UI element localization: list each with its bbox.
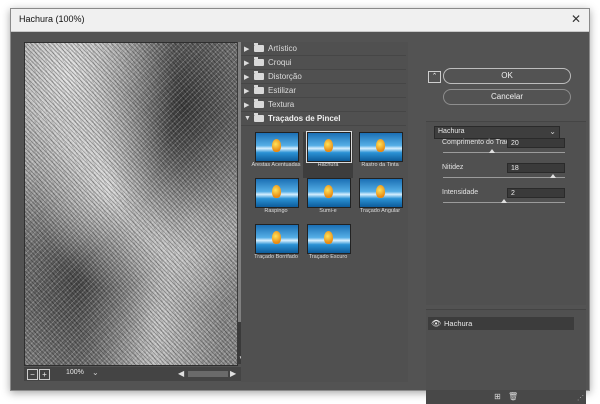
category-label: Estilizar: [268, 86, 297, 95]
triangle-right-icon[interactable]: ▶: [244, 87, 249, 95]
slider-knob[interactable]: [549, 174, 556, 178]
folder-icon: [254, 71, 264, 80]
category-label: Textura: [268, 100, 295, 109]
category-label: Distorção: [268, 72, 302, 81]
folder-icon: [254, 113, 264, 122]
filter-thumbnail: [359, 178, 403, 208]
new-effect-layer-icon[interactable]: ⊞: [493, 392, 502, 401]
filter-label: Sumi-e: [319, 208, 337, 214]
intensidade-input[interactable]: 2: [507, 188, 565, 198]
scroll-right-icon[interactable]: ▶: [230, 369, 236, 378]
filter-label: Traçado Escuro: [308, 254, 348, 260]
preview-horizontal-scrollbar[interactable]: ◀ ▶: [178, 369, 238, 379]
preview-toolbar: − + 100% ⌄ ◀ ▶: [24, 367, 248, 381]
filter-arestas-acentuadas[interactable]: Arestas Acentuadas: [251, 132, 301, 178]
intensidade-slider[interactable]: [443, 199, 565, 203]
folder-icon: [254, 57, 264, 66]
filter-thumbnail: [255, 132, 299, 162]
filter-thumbnail: [359, 132, 403, 162]
filter-label: Rastro da Tinta: [361, 162, 399, 168]
triangle-right-icon[interactable]: ▶: [244, 45, 249, 53]
filter-thumbnail: [307, 178, 351, 208]
comprimento-input[interactable]: 20: [507, 138, 565, 148]
filter-thumbnail: [255, 178, 299, 208]
filter-label: Hachura: [317, 162, 339, 168]
category-croqui[interactable]: ▶ Croqui: [241, 56, 406, 70]
category-tracados-de-pincel[interactable]: ▼ Traçados de Pincel: [241, 112, 406, 126]
zoom-out-button[interactable]: −: [27, 369, 38, 380]
close-icon[interactable]: ✕: [569, 12, 583, 26]
triangle-right-icon[interactable]: ▶: [244, 101, 249, 109]
filter-rastro-da-tinta[interactable]: Rastro da Tinta: [355, 132, 405, 178]
slider-knob[interactable]: [488, 149, 495, 153]
filter-tracado-borrifado[interactable]: Traçado Borrifado: [251, 224, 301, 270]
filter-hachura[interactable]: Hachura: [303, 131, 353, 178]
category-label: Artístico: [268, 44, 297, 53]
category-label: Croqui: [268, 58, 292, 67]
delete-icon[interactable]: 🗑: [508, 392, 518, 401]
filter-thumbnail: [255, 224, 299, 254]
slider-knob[interactable]: [501, 199, 507, 203]
effect-layer-name: Hachura: [444, 319, 473, 328]
scrollbar-thumb[interactable]: [188, 371, 228, 377]
triangle-right-icon[interactable]: ▶: [244, 59, 249, 67]
comprimento-slider[interactable]: [443, 149, 565, 153]
chevron-down-icon[interactable]: ⌄: [549, 127, 556, 136]
zoom-in-button[interactable]: +: [39, 369, 50, 380]
zoom-level[interactable]: 100%: [66, 369, 84, 376]
filter-thumbnail: [306, 131, 352, 163]
collapse-gallery-icon[interactable]: ⌃: [428, 71, 441, 83]
filter-label: Raspingo: [264, 208, 288, 214]
effect-layer-row[interactable]: 👁 Hachura: [428, 317, 574, 330]
filter-select-value: Hachura: [438, 128, 465, 135]
folder-icon: [254, 43, 264, 52]
ok-button[interactable]: OK: [443, 68, 571, 84]
filter-tracado-angular[interactable]: Traçado Angular: [355, 178, 405, 224]
param-label-nitidez: Nitidez: [442, 164, 464, 171]
dialog-body: ▼ − + 100% ⌄ ◀ ▶ ▶ Artístico ▶ Croqui: [11, 32, 589, 404]
eye-icon[interactable]: 👁: [431, 319, 441, 328]
filter-sumi-e[interactable]: Sumi-e: [303, 178, 353, 224]
filter-thumbnail: [307, 224, 351, 254]
param-label-intensidade: Intensidade: [442, 189, 479, 196]
triangle-right-icon[interactable]: ▶: [244, 73, 249, 81]
preview-image: [25, 43, 237, 365]
chevron-down-icon[interactable]: ⌄: [92, 368, 99, 377]
category-estilizar[interactable]: ▶ Estilizar: [241, 84, 406, 98]
layers-toolbar: ⊞ 🗑 ⋰: [426, 390, 586, 404]
window-title: Hachura (100%): [19, 14, 85, 24]
category-textura[interactable]: ▶ Textura: [241, 98, 406, 112]
title-bar: Hachura (100%) ✕: [11, 9, 589, 32]
cancel-button[interactable]: Cancelar: [443, 89, 571, 105]
filter-tracado-escuro[interactable]: Traçado Escuro: [303, 224, 353, 270]
preview-canvas[interactable]: [24, 42, 238, 366]
filter-label: Arestas Acentuadas: [251, 162, 301, 168]
triangle-down-icon[interactable]: ▼: [244, 115, 251, 122]
filter-gallery: ▶ Artístico ▶ Croqui ▶ Distorção ▶ Estil…: [241, 42, 408, 382]
folder-icon: [254, 99, 264, 108]
filter-label: Traçado Borrifado: [254, 254, 298, 260]
category-label: Traçados de Pincel: [268, 114, 341, 123]
category-distorcao[interactable]: ▶ Distorção: [241, 70, 406, 84]
category-artistico[interactable]: ▶ Artístico: [241, 42, 406, 56]
filter-raspingo[interactable]: Raspingo: [251, 178, 301, 224]
folder-icon: [254, 85, 264, 94]
scroll-left-icon[interactable]: ◀: [178, 369, 184, 378]
filter-label: Traçado Angular: [359, 208, 401, 214]
filter-gallery-dialog: Hachura (100%) ✕ ▼ − + 100% ⌄ ◀ ▶ ▶: [10, 8, 590, 404]
nitidez-slider[interactable]: [443, 174, 565, 178]
filter-settings-panel: [426, 121, 586, 305]
nitidez-input[interactable]: 18: [507, 163, 565, 173]
